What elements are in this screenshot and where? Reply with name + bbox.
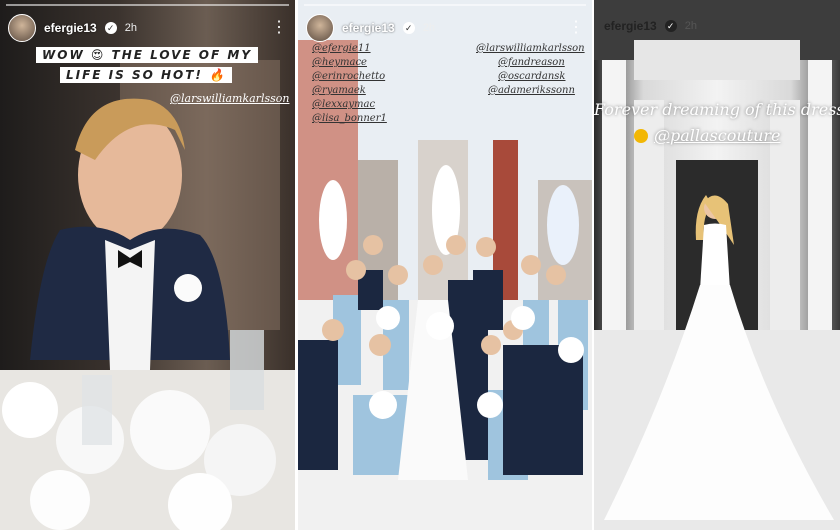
mention-row: @pallascouture	[634, 126, 781, 145]
mention-tag[interactable]: @erinrochetto	[312, 70, 387, 84]
story-panel-1[interactable]: efergie13 ✓ 2h ⋮ WOW 😍 THE LOVE OF MY LI…	[0, 0, 295, 530]
story-header: efergie13 ✓ 2h ⋮	[306, 12, 584, 44]
story-header: efergie13 ✓ 2h	[602, 10, 832, 42]
mention-tag[interactable]: @efergie11	[312, 42, 387, 56]
story-3-photo	[594, 0, 840, 530]
verified-badge-icon: ✓	[104, 22, 117, 34]
mention-tag[interactable]: @larswilliamkarlsson	[170, 92, 289, 105]
more-options-icon[interactable]: ⋮	[271, 20, 287, 36]
mention-tag[interactable]: @heymace	[312, 56, 387, 70]
story-panel-3[interactable]: efergie13 ✓ 2h Forever dreaming of this …	[594, 0, 840, 530]
mention-tag[interactable]: @lisa_bonner1	[312, 112, 387, 126]
username[interactable]: efergie13	[44, 21, 97, 35]
heart-eyes-emoji-icon	[634, 128, 648, 143]
story-text-sticker-line-1: WOW 😍 THE LOVE OF MY	[36, 47, 259, 63]
story-progress-bar	[304, 4, 586, 6]
post-time: 2h	[422, 22, 435, 34]
avatar[interactable]	[306, 14, 334, 42]
username[interactable]: efergie13	[342, 21, 395, 35]
story-text-sticker-line-2: LIFE IS SO HOT! 🔥	[60, 67, 233, 83]
mention-tag[interactable]: @lexxaymac	[312, 98, 387, 112]
mention-tag[interactable]: @oscardansk	[476, 70, 585, 84]
verified-badge-icon: ✓	[664, 20, 677, 32]
mention-tag[interactable]: @pallascouture	[654, 126, 781, 145]
mention-list-right: @larswilliamkarlsson @fandreason @oscard…	[476, 42, 585, 98]
story-progress-bar	[6, 4, 289, 6]
mention-tag[interactable]: @ryamaek	[312, 84, 387, 98]
mention-tag[interactable]: @larswilliamkarlsson	[476, 42, 585, 56]
mention-tag[interactable]: @fandreason	[476, 56, 585, 70]
more-options-icon[interactable]: ⋮	[568, 20, 584, 36]
mention-tag[interactable]: @adamerikssonn	[476, 84, 585, 98]
post-time: 2h	[124, 22, 137, 34]
username[interactable]: efergie13	[604, 19, 657, 33]
mention-list-left: @efergie11 @heymace @erinrochetto @ryama…	[312, 42, 387, 126]
story-header: efergie13 ✓ 2h ⋮	[8, 12, 287, 44]
story-caption: Forever dreaming of this dress	[594, 100, 840, 119]
avatar[interactable]	[8, 14, 36, 42]
story-panel-2[interactable]: efergie13 ✓ 2h ⋮ @efergie11 @heymace @er…	[298, 0, 592, 530]
verified-badge-icon: ✓	[402, 22, 415, 34]
post-time: 2h	[684, 20, 697, 32]
